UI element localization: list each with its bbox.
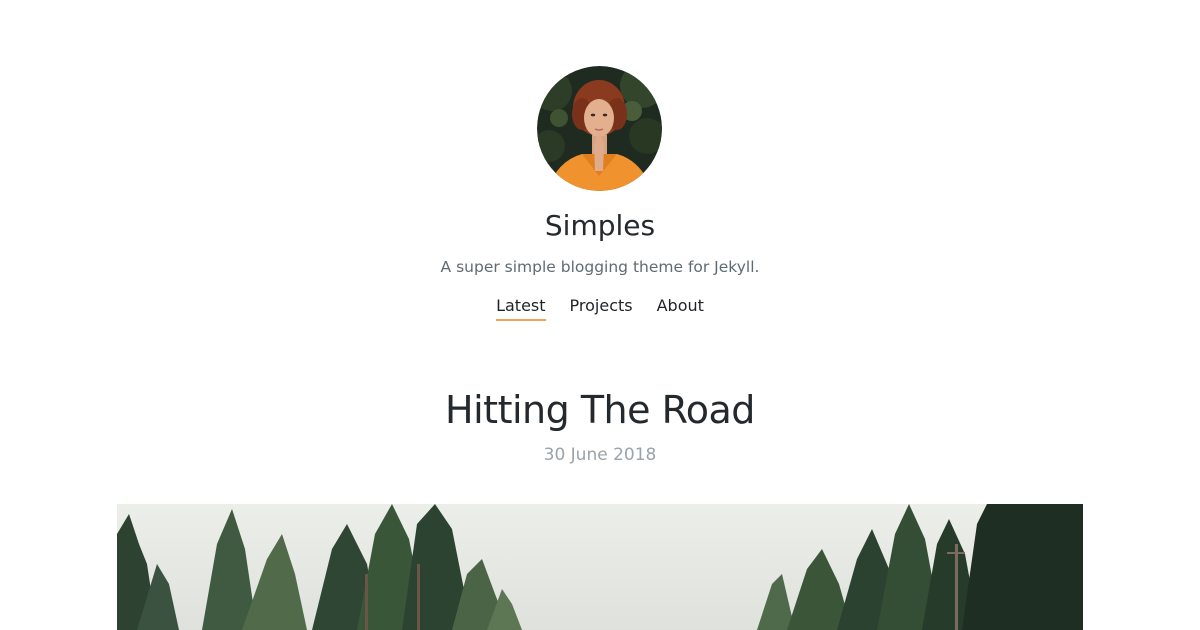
post-title[interactable]: Hitting The Road xyxy=(0,384,1200,436)
post-date: 30 June 2018 xyxy=(543,445,657,465)
site-header: Simples A super simple blogging theme fo… xyxy=(0,0,1200,330)
post-hero-image xyxy=(117,504,1083,630)
nav-item-latest[interactable]: Latest xyxy=(496,295,546,321)
site-title[interactable]: Simples xyxy=(0,208,1200,244)
main-nav: Latest Projects About xyxy=(0,295,1200,321)
site-description: A super simple blogging theme for Jekyll… xyxy=(440,258,760,276)
nav-item-projects[interactable]: Projects xyxy=(570,295,633,321)
forest-image xyxy=(117,504,1083,630)
nav-item-about[interactable]: About xyxy=(657,295,704,321)
avatar[interactable] xyxy=(537,66,662,191)
avatar-image xyxy=(537,66,662,191)
